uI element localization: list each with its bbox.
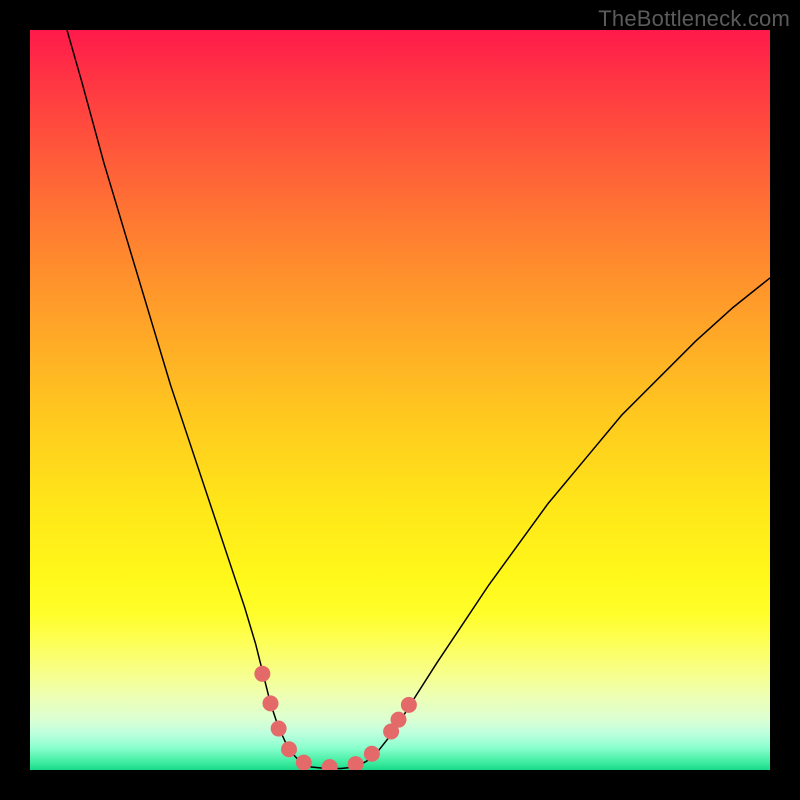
plot-area (30, 30, 770, 770)
marker-layer (30, 30, 770, 770)
highlight-marker (281, 741, 297, 757)
highlight-marker (364, 746, 380, 762)
highlight-marker (391, 712, 407, 728)
highlight-marker (401, 697, 417, 713)
highlight-marker (263, 695, 279, 711)
highlight-marker (322, 759, 338, 770)
highlight-marker (348, 756, 364, 770)
highlight-marker (296, 755, 312, 770)
highlight-marker (254, 666, 270, 682)
watermark-text: TheBottleneck.com (598, 6, 790, 32)
highlight-marker (271, 721, 287, 737)
chart-stage: TheBottleneck.com (0, 0, 800, 800)
